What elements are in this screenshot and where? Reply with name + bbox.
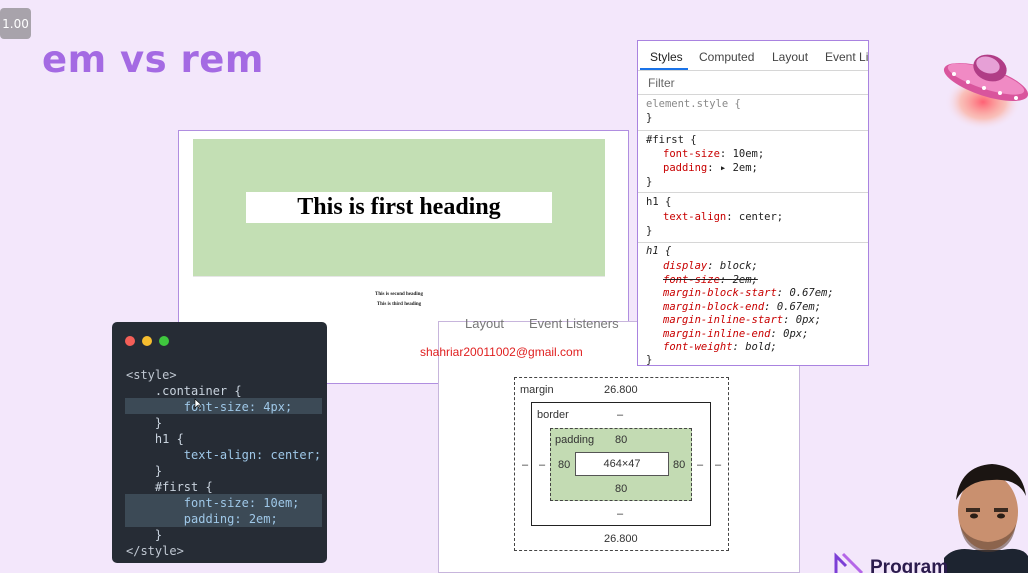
tab-layout[interactable]: Layout	[772, 50, 808, 64]
border-right-value[interactable]: –	[697, 459, 703, 471]
devtools-tabbar: Styles Computed Layout Event Lis	[638, 41, 868, 71]
code-line: }	[126, 416, 163, 430]
maximize-dot-icon	[159, 336, 169, 346]
content-box[interactable]: 464×47	[575, 452, 669, 476]
padding-right-value[interactable]: 80	[673, 459, 685, 471]
margin-right-value[interactable]: –	[715, 459, 721, 471]
rule-close: }	[646, 354, 653, 366]
padding-bottom-value[interactable]: 80	[615, 483, 627, 495]
presenter-webcam	[944, 460, 1028, 573]
margin-left-value[interactable]: –	[522, 459, 528, 471]
tab-computed[interactable]: Computed	[699, 50, 754, 64]
rule-close: }	[646, 176, 653, 188]
code-line: }	[126, 528, 163, 542]
css-declaration-overridden[interactable]: font-size: 2em;	[663, 274, 758, 288]
rule-selector[interactable]: h1 {	[646, 245, 671, 259]
page-title: em vs rem	[42, 38, 264, 81]
rule-close: }	[646, 225, 653, 237]
active-tab-indicator	[640, 68, 688, 70]
email-watermark: shahriar20011002@gmail.com	[420, 345, 583, 359]
css-declaration[interactable]: text-align: center;	[663, 211, 783, 225]
css-declaration[interactable]: padding: ▸ 2em;	[663, 162, 758, 176]
code-line: h1 {	[126, 432, 184, 446]
rule-close: }	[646, 112, 653, 124]
border-top-value[interactable]: –	[617, 409, 623, 421]
minimize-dot-icon	[142, 336, 152, 346]
padding-left-value[interactable]: 80	[558, 459, 570, 471]
border-left-value[interactable]: –	[539, 459, 545, 471]
third-heading: This is third heading	[376, 302, 422, 307]
code-line: }	[126, 464, 163, 478]
close-dot-icon	[125, 336, 135, 346]
css-declaration[interactable]: margin-block-start: 0.67em;	[663, 287, 834, 301]
margin-bottom-value[interactable]: 26.800	[604, 533, 638, 545]
margin-label: margin	[520, 384, 554, 396]
tab-layout[interactable]: Layout	[465, 316, 504, 331]
css-declaration[interactable]: font-weight: bold;	[663, 341, 777, 355]
padding-top-value[interactable]: 80	[615, 434, 627, 446]
border-label: border	[537, 409, 569, 421]
second-heading: This is second heading	[375, 292, 423, 297]
css-declaration[interactable]: margin-block-end: 0.67em;	[663, 301, 821, 315]
border-bottom-value[interactable]: –	[617, 508, 623, 520]
css-declaration[interactable]: margin-inline-end: 0px;	[663, 328, 808, 342]
rule-selector[interactable]: h1 {	[646, 196, 671, 210]
code-line: </style>	[126, 544, 184, 558]
devtools-styles-panel: Styles Computed Layout Event Lis Filter …	[637, 40, 869, 366]
tab-event-listeners[interactable]: Event Listeners	[529, 316, 619, 331]
code-line: .container {	[126, 384, 242, 398]
ufo-icon	[943, 54, 1028, 130]
brand-name: Program	[870, 557, 949, 573]
css-declaration[interactable]: display: block;	[663, 260, 758, 274]
code-line: font-size: 4px;	[126, 400, 293, 414]
code-line: text-align: center;	[126, 448, 322, 462]
code-line: padding: 2em;	[126, 512, 278, 526]
zoom-badge: 1.00	[0, 8, 31, 39]
tab-event-listeners[interactable]: Event Lis	[825, 50, 868, 64]
rule-selector[interactable]: element.style {	[646, 98, 741, 112]
first-heading: This is first heading	[246, 192, 552, 223]
margin-top-value[interactable]: 26.800	[604, 384, 638, 396]
padding-label: padding	[555, 434, 595, 446]
code-line: #first {	[126, 480, 213, 494]
divider	[193, 276, 605, 277]
brand-logo-icon	[834, 552, 864, 573]
code-editor-panel: <style> .container { font-size: 4px; } h…	[112, 322, 327, 563]
cursor-icon	[194, 398, 202, 410]
css-declaration[interactable]: font-size: 10em;	[663, 148, 764, 162]
code-line: <style>	[126, 368, 177, 382]
code-line: font-size: 10em;	[126, 496, 300, 510]
container-area: This is first heading	[193, 139, 605, 276]
filter-placeholder: Filter	[648, 76, 675, 90]
css-declaration[interactable]: margin-inline-start: 0px;	[663, 314, 821, 328]
rule-selector[interactable]: #first {	[646, 134, 697, 148]
tab-styles[interactable]: Styles	[650, 50, 683, 64]
filter-input[interactable]: Filter	[638, 71, 868, 95]
